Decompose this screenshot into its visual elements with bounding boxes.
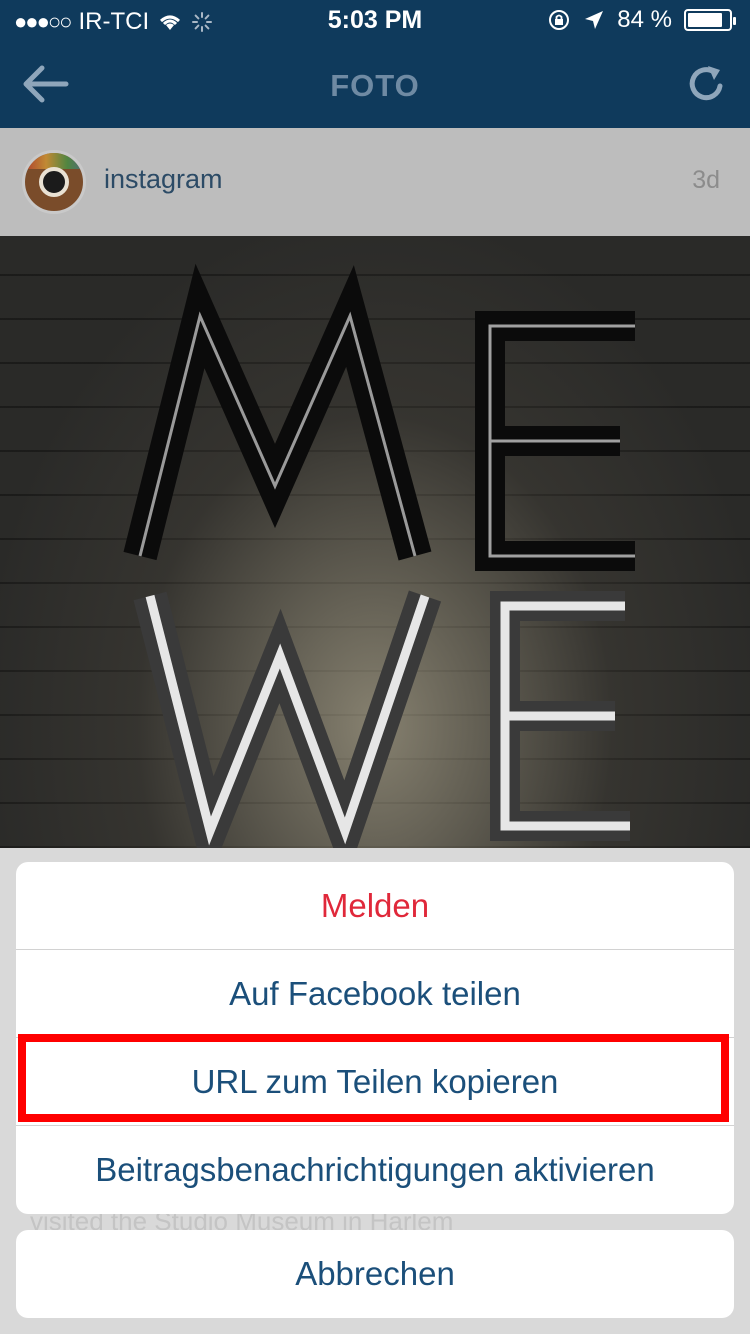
battery-icon — [684, 9, 736, 31]
post-username[interactable]: instagram — [104, 164, 223, 195]
avatar[interactable] — [22, 150, 86, 214]
status-bar: ●●●○○ IR-TCI 5:03 PM 84 % — [0, 0, 750, 40]
orientation-lock-icon — [549, 10, 570, 30]
copy-share-url-button[interactable]: URL zum Teilen kopieren — [16, 1038, 734, 1126]
post-time: 3d — [692, 166, 720, 194]
action-sheet: Melden Auf Facebook teilen URL zum Teile… — [16, 862, 734, 1214]
top-bar: ●●●○○ IR-TCI 5:03 PM 84 % FOTO — [0, 0, 750, 128]
battery-level — [688, 13, 722, 27]
camera-lens-icon — [39, 167, 69, 197]
page-title: FOTO — [330, 68, 420, 103]
refresh-icon[interactable] — [684, 62, 728, 106]
post-header: instagram 3d — [0, 128, 750, 236]
cancel-button[interactable]: Abbrechen — [16, 1230, 734, 1318]
battery-percent: 84 % — [617, 6, 672, 33]
neon-sign-image — [123, 263, 635, 848]
enable-post-notifications-button[interactable]: Beitragsbenachrichtigungen aktivieren — [16, 1126, 734, 1214]
location-arrow-icon — [585, 11, 604, 29]
status-right: 84 % — [547, 6, 736, 34]
report-button[interactable]: Melden — [16, 862, 734, 950]
post-photo[interactable] — [0, 236, 750, 848]
share-facebook-button[interactable]: Auf Facebook teilen — [16, 950, 734, 1038]
